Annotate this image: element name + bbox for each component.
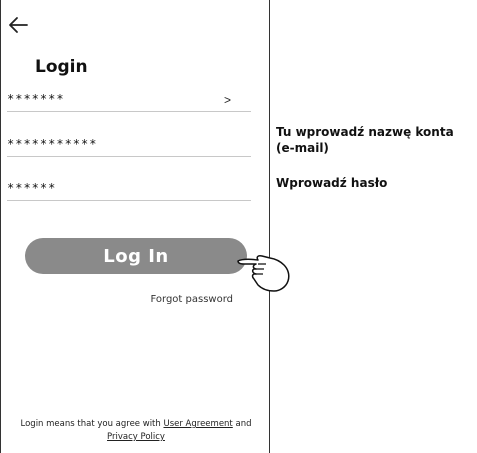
chevron-right-icon: > xyxy=(223,93,231,107)
page-title: Login xyxy=(35,57,88,77)
password-hint-note: Wprowadź hasło xyxy=(276,176,388,190)
account-field[interactable]: *********** xyxy=(7,133,251,157)
account-hint-note: Tu wprowadź nazwę konta (e-mail) xyxy=(276,125,454,155)
login-button-label: Log In xyxy=(103,245,169,267)
phone-screen: Login ******* > *********** ****** Log I… xyxy=(0,0,270,453)
agreement-prefix: Login means that you agree with xyxy=(20,419,164,429)
country-value: ******* xyxy=(7,92,65,106)
back-arrow-icon[interactable] xyxy=(7,16,29,34)
country-select[interactable]: ******* > xyxy=(7,88,251,112)
account-value: *********** xyxy=(7,137,98,151)
agreement-text: Login means that you agree with User Agr… xyxy=(1,418,271,444)
agreement-and: and xyxy=(232,419,252,429)
forgot-password-link[interactable]: Forgot password xyxy=(151,294,234,305)
privacy-policy-link[interactable]: Privacy Policy xyxy=(107,432,165,442)
login-button[interactable]: Log In xyxy=(25,238,247,274)
pointing-hand-icon xyxy=(237,255,290,292)
user-agreement-link[interactable]: User Agreement xyxy=(163,419,232,429)
password-field[interactable]: ****** xyxy=(7,177,251,201)
password-value: ****** xyxy=(7,181,57,195)
